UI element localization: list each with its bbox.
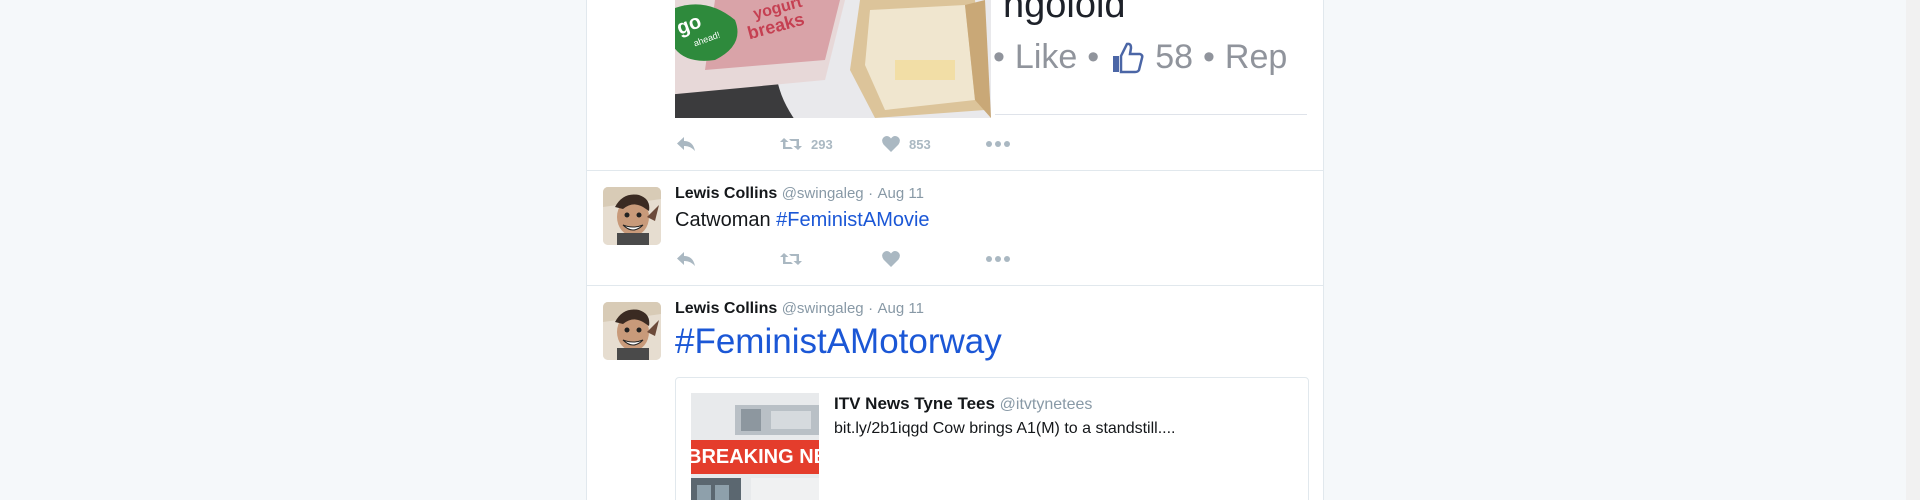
- thumbs-up-icon: [1109, 40, 1145, 76]
- page-scrollbar[interactable]: [1906, 0, 1920, 500]
- author-name[interactable]: Lewis Collins: [675, 185, 777, 202]
- avatar[interactable]: [603, 187, 661, 245]
- author-handle[interactable]: @swingaleg: [782, 185, 864, 202]
- more-icon: [985, 255, 1011, 263]
- retweet-button[interactable]: [779, 250, 881, 268]
- author-handle[interactable]: @swingaleg: [782, 300, 864, 317]
- more-button[interactable]: [985, 255, 1011, 263]
- avatar[interactable]: [603, 302, 661, 360]
- tweet-actions: 293 853: [675, 134, 1011, 154]
- tweet-text-content: Catwoman: [675, 209, 771, 231]
- tweet-timestamp[interactable]: Aug 11: [878, 185, 924, 202]
- tweet-timestamp[interactable]: Aug 11: [878, 300, 924, 317]
- media-like-label: Like: [1014, 38, 1078, 76]
- tweet-actions: [675, 249, 1011, 269]
- tweet[interactable]: go ahead! yogurt breaks ngoloid • Like •…: [587, 0, 1323, 171]
- tweet-text: Catwoman #FeministAMovie: [675, 209, 930, 232]
- quote-thumbnail: BREAKING NEWS: [691, 393, 819, 500]
- quote-author-handle[interactable]: @itvtynetees: [1000, 396, 1093, 413]
- reply-button[interactable]: [675, 135, 779, 153]
- tweet-media[interactable]: go ahead! yogurt breaks ngoloid • Like •…: [675, 0, 1307, 118]
- retweet-icon: [779, 250, 803, 268]
- reply-button[interactable]: [675, 250, 779, 268]
- media-screenshot-title: ngoloid: [1003, 0, 1126, 26]
- like-button[interactable]: [881, 250, 985, 268]
- tweet-header: Lewis Collins @swingaleg · Aug 11: [675, 300, 924, 318]
- breaking-news-banner: BREAKING NEWS: [691, 440, 819, 474]
- quoted-tweet-card[interactable]: BREAKING NEWS ITV News Tyne Tees @itvtyn…: [675, 377, 1309, 500]
- reply-icon: [675, 135, 697, 153]
- retweet-count: 293: [811, 136, 833, 152]
- more-button[interactable]: [985, 140, 1011, 148]
- heart-icon: [881, 135, 901, 153]
- separator-dot: ·: [868, 300, 874, 317]
- like-count: 853: [909, 136, 931, 152]
- author-name[interactable]: Lewis Collins: [675, 300, 777, 317]
- reply-icon: [675, 250, 697, 268]
- more-icon: [985, 140, 1011, 148]
- heart-icon: [881, 250, 901, 268]
- tweet-header: Lewis Collins @swingaleg · Aug 11: [675, 185, 924, 203]
- like-button[interactable]: 853: [881, 135, 985, 153]
- media-like-count: 58: [1155, 38, 1194, 76]
- hashtag-link[interactable]: #FeministAMotorway: [675, 322, 1002, 362]
- media-divider: [995, 114, 1307, 115]
- quote-text: bit.ly/2b1iqgd Cow brings A1(M) to a sta…: [834, 420, 1176, 437]
- quote-author-name[interactable]: ITV News Tyne Tees: [834, 394, 995, 413]
- retweet-icon: [779, 135, 803, 153]
- tweet[interactable]: Lewis Collins @swingaleg · Aug 11 #Femin…: [587, 286, 1323, 500]
- media-screenshot-actions: • Like • 58 • Rep: [993, 38, 1288, 76]
- separator-dot: ·: [868, 185, 874, 202]
- tweet[interactable]: Lewis Collins @swingaleg · Aug 11 Catwom…: [587, 171, 1323, 286]
- retweet-button[interactable]: 293: [779, 135, 881, 153]
- media-photo[interactable]: go ahead! yogurt breaks: [675, 0, 991, 118]
- quote-header: ITV News Tyne Tees @itvtynetees: [834, 394, 1092, 414]
- timeline: go ahead! yogurt breaks ngoloid • Like •…: [586, 0, 1324, 500]
- hashtag-link[interactable]: #FeministAMovie: [776, 209, 929, 231]
- media-reply-label: Rep: [1224, 38, 1288, 76]
